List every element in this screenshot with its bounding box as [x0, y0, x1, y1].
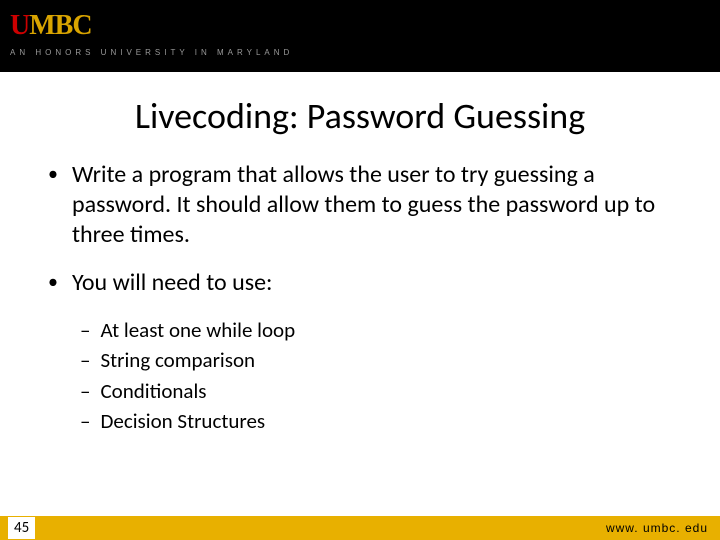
bullet-text: You will need to use:	[72, 268, 272, 298]
bullet-item: • You will need to use:	[48, 268, 672, 298]
slide-title: Livecoding: Password Guessing	[0, 94, 720, 138]
slide-content: • Write a program that allows the user t…	[0, 138, 720, 435]
sub-bullet-text: Decision Structures	[100, 407, 265, 435]
sub-bullet-item: – Conditionals	[80, 377, 672, 405]
footer-url: www. umbc. edu	[606, 521, 708, 535]
dash-icon: –	[80, 316, 90, 344]
dash-icon: –	[80, 377, 90, 405]
header-bar: UMBC AN HONORS UNIVERSITY IN MARYLAND	[0, 0, 720, 72]
sub-bullet-item: – Decision Structures	[80, 407, 672, 435]
sub-bullet-text: At least one while loop	[100, 316, 295, 344]
sub-bullet-text: Conditionals	[100, 377, 206, 405]
sub-bullet-text: String comparison	[100, 346, 255, 374]
page-number: 45	[8, 517, 35, 539]
tagline: AN HONORS UNIVERSITY IN MARYLAND	[10, 48, 720, 57]
umbc-logo: UMBC	[10, 10, 720, 42]
sub-bullet-item: – At least one while loop	[80, 316, 672, 344]
sub-bullet-item: – String comparison	[80, 346, 672, 374]
bullet-dot-icon: •	[48, 160, 58, 250]
bullet-item: • Write a program that allows the user t…	[48, 160, 672, 250]
dash-icon: –	[80, 407, 90, 435]
bullet-text: Write a program that allows the user to …	[72, 160, 672, 250]
dash-icon: –	[80, 346, 90, 374]
footer-bar: 45 www. umbc. edu	[0, 516, 720, 540]
bullet-dot-icon: •	[48, 268, 58, 298]
slide: UMBC AN HONORS UNIVERSITY IN MARYLAND Li…	[0, 0, 720, 540]
